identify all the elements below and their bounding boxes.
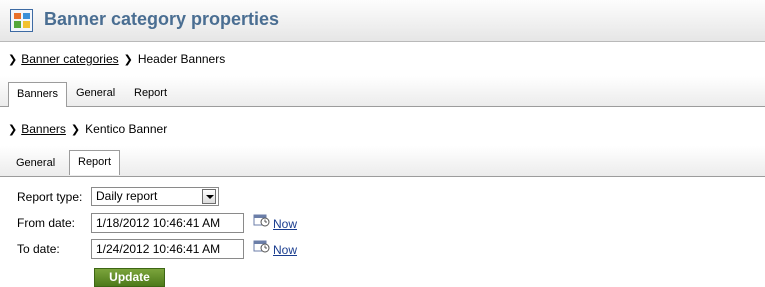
to-date-label: To date: xyxy=(17,242,60,256)
report-type-select[interactable]: Daily report xyxy=(91,187,219,206)
breadcrumb: ❯ Banner categories ❯ Header Banners xyxy=(8,52,225,66)
chevron-right-icon: ❯ xyxy=(70,124,81,136)
from-date-label: From date: xyxy=(17,216,76,230)
chevron-right-icon: ❯ xyxy=(8,54,18,66)
tab-general[interactable]: General xyxy=(68,82,123,105)
tabstrip-main: Banners General Report xyxy=(0,76,765,107)
tab-report[interactable]: Report xyxy=(69,150,121,175)
tabstrip-banner: General Report xyxy=(0,146,765,177)
calendar-icon[interactable] xyxy=(253,212,271,228)
report-type-label: Report type: xyxy=(17,190,83,204)
calendar-icon[interactable] xyxy=(253,238,271,254)
tab-report[interactable]: Report xyxy=(126,82,175,105)
breadcrumb-secondary: ❯ Banners ❯ Kentico Banner xyxy=(8,122,167,136)
breadcrumb-current: Header Banners xyxy=(137,52,226,66)
chevron-down-icon[interactable] xyxy=(202,189,216,204)
breadcrumb-current: Kentico Banner xyxy=(85,122,168,136)
to-date-input[interactable]: 1/24/2012 10:46:41 AM xyxy=(91,239,244,259)
from-date-input[interactable]: 1/18/2012 10:46:41 AM xyxy=(91,213,244,233)
breadcrumb-link-banners[interactable]: Banners xyxy=(21,122,66,136)
update-button[interactable]: Update xyxy=(94,268,165,287)
banner-category-icon xyxy=(10,9,33,32)
title-bar: Banner category properties xyxy=(0,0,765,42)
now-link-from[interactable]: Now xyxy=(273,217,297,231)
breadcrumb-link-banner-categories[interactable]: Banner categories xyxy=(21,52,118,66)
chevron-right-icon: ❯ xyxy=(8,124,18,136)
page-title: Banner category properties xyxy=(44,9,280,29)
chevron-right-icon: ❯ xyxy=(123,54,133,66)
tab-banners[interactable]: Banners xyxy=(8,82,67,107)
now-link-to[interactable]: Now xyxy=(273,243,297,257)
report-type-value: Daily report xyxy=(96,189,158,203)
tab-general[interactable]: General xyxy=(8,152,63,175)
